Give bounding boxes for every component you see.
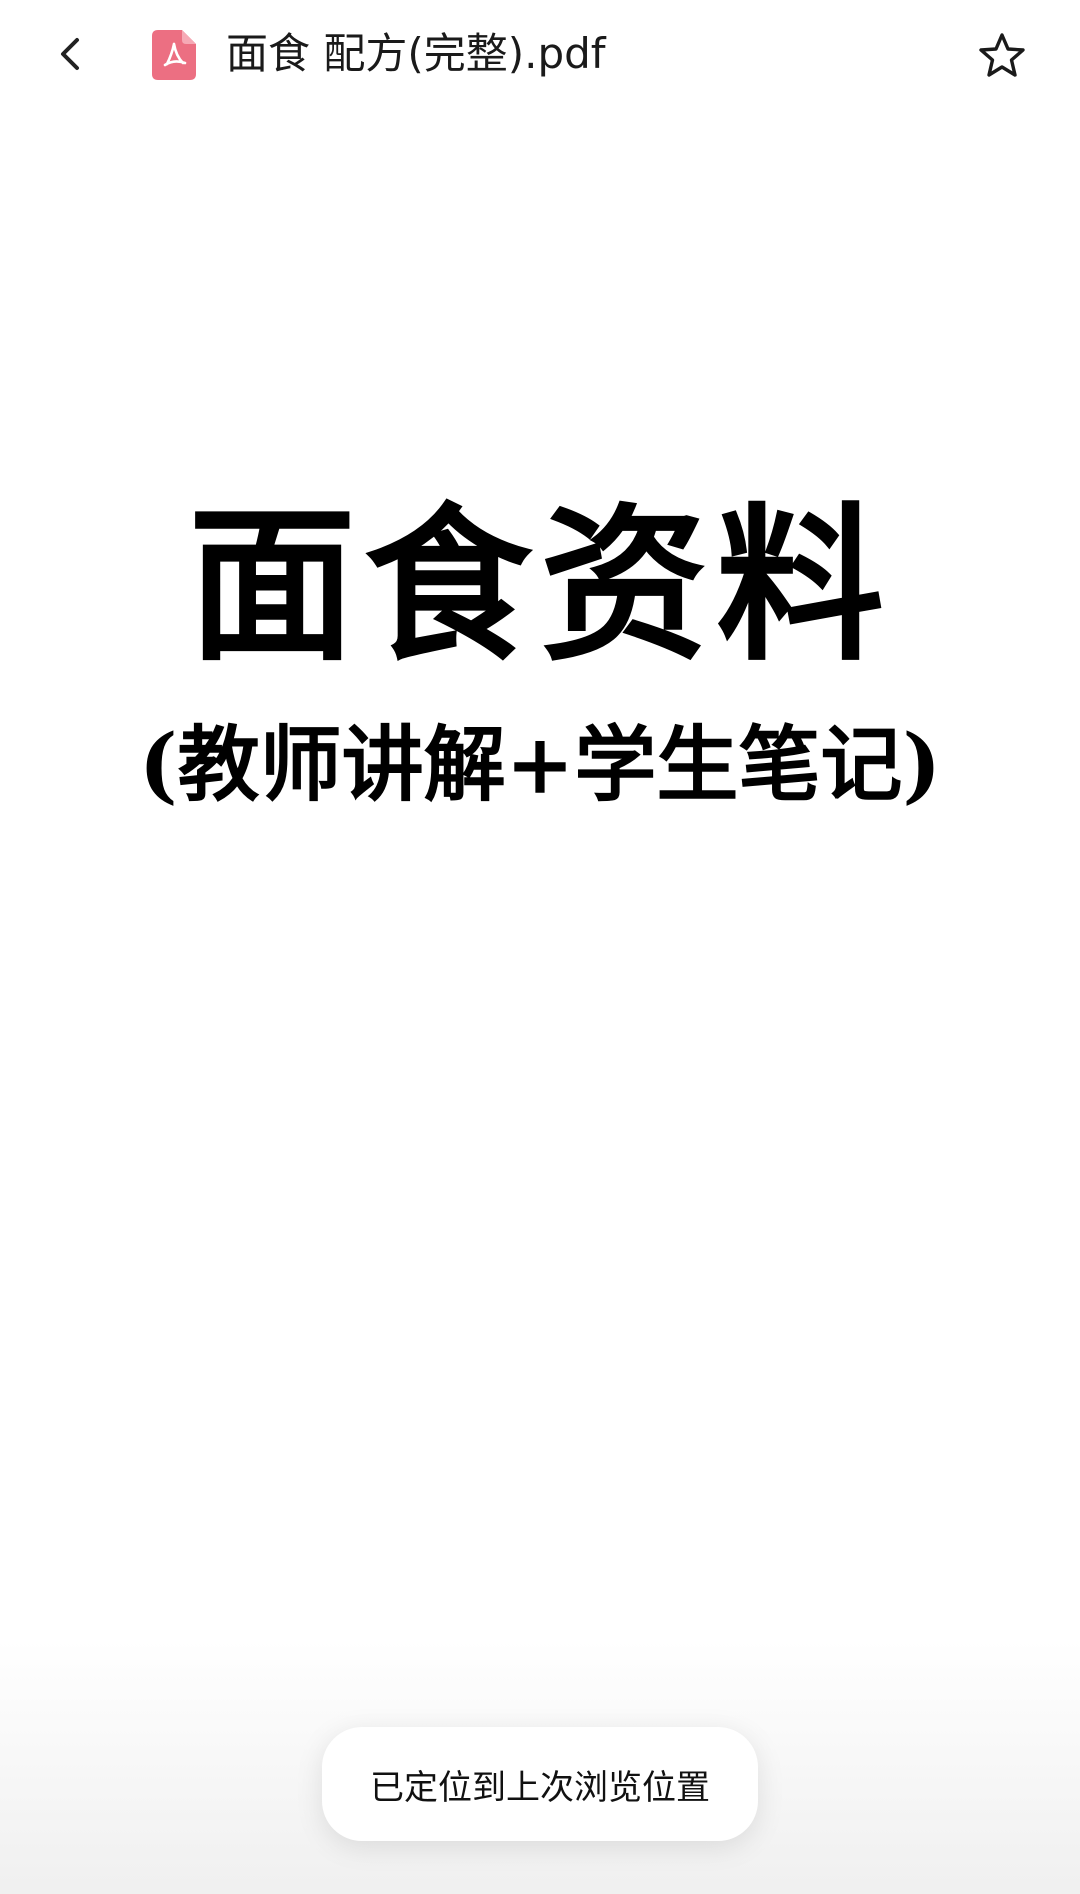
toast-notification: 已定位到上次浏览位置 (322, 1727, 758, 1841)
toast-message: 已定位到上次浏览位置 (370, 1767, 710, 1808)
file-title: 面食 配方(完整).pdf (226, 29, 606, 78)
pdf-file-icon (152, 30, 196, 80)
back-button[interactable] (40, 22, 104, 86)
chevron-left-icon (61, 38, 79, 70)
top-bar: 面食 配方(完整).pdf (0, 0, 1080, 110)
pdf-page[interactable]: 面食资料 (教师讲解+学生笔记) (0, 110, 1080, 1894)
document-subtitle: (教师讲解+学生笔记) (138, 717, 942, 813)
document-title: 面食资料 (188, 486, 892, 684)
favorite-button[interactable] (970, 24, 1034, 88)
star-outline-icon (979, 33, 1025, 77)
